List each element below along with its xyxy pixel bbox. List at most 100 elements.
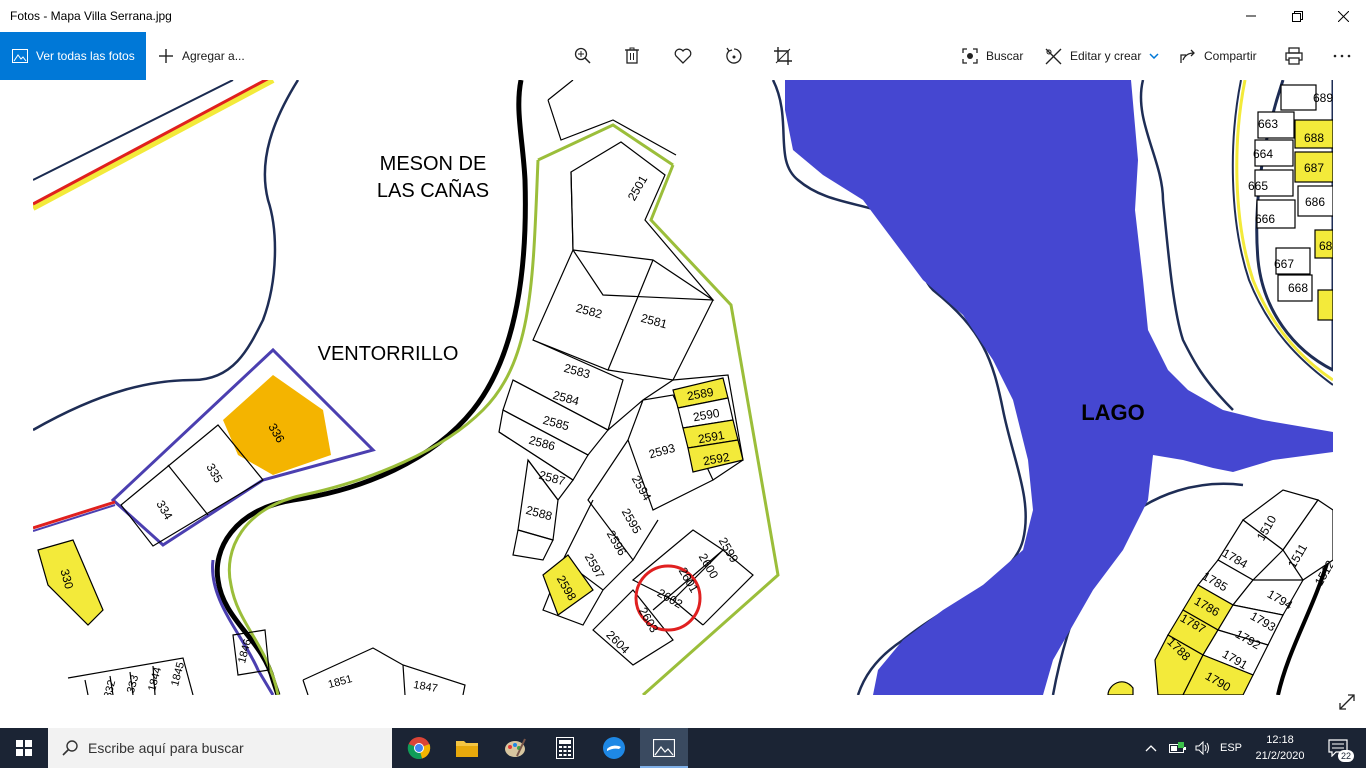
close-button[interactable] [1320,0,1366,32]
mail-app[interactable] [590,728,638,768]
battery-charging-icon [1169,742,1186,753]
svg-text:2595: 2595 [619,506,645,536]
lake-label: LAGO [1081,400,1145,425]
svg-text:688: 688 [1304,131,1324,145]
meson-label-line1: MESON DE [380,153,487,175]
svg-text:1846: 1846 [236,638,254,665]
start-button[interactable] [0,728,48,768]
svg-text:1845: 1845 [169,661,187,688]
battery-indicator[interactable] [1166,728,1190,768]
chevron-up-icon [1145,745,1157,752]
mail-icon [603,737,625,759]
photos-app[interactable] [640,728,688,768]
search-placeholder: Escribe aquí para buscar [88,740,244,756]
svg-text:2596: 2596 [604,528,630,558]
more-options-button[interactable] [1330,44,1354,68]
chrome-icon [407,737,431,759]
notification-count: 22 [1337,750,1354,762]
more-icon [1333,54,1351,58]
crop-button[interactable] [771,44,795,68]
crop-icon [774,47,792,65]
print-button[interactable] [1282,44,1306,68]
svg-text:666: 666 [1255,212,1275,226]
full-screen-button[interactable] [1338,693,1356,716]
edit-create-button[interactable]: Editar y crear [1045,32,1159,80]
clock-date: 21/2/2020 [1255,750,1305,762]
title-bar: Fotos - Mapa Villa Serrana.jpg [0,0,1366,32]
svg-text:333: 333 [125,674,141,695]
photos-toolbar: Ver todas las fotos Agregar a... Buscar … [0,32,1366,80]
zoom-button[interactable] [571,44,595,68]
meson-label-line2: LAS CAÑAS [377,178,489,202]
zoom-in-icon [574,47,591,64]
svg-text:2582: 2582 [574,301,604,322]
search-button[interactable]: Buscar [962,32,1023,80]
svg-text:2594: 2594 [629,473,655,503]
svg-text:2588: 2588 [524,503,554,524]
minimize-button[interactable] [1228,0,1274,32]
taskbar: Escribe aquí para buscar ESP 12:18 21/2/… [0,728,1366,768]
svg-text:2587: 2587 [537,468,567,489]
svg-text:2601: 2601 [676,565,702,595]
svg-text:687: 687 [1304,161,1324,175]
printer-icon [1285,47,1303,65]
calculator-icon [556,737,574,759]
heart-icon [674,48,692,64]
svg-text:2593: 2593 [647,441,677,462]
svg-text:2581: 2581 [639,311,669,332]
share-label: Compartir [1204,49,1257,63]
add-to-label: Agregar a... [182,49,245,63]
svg-text:1847: 1847 [412,679,438,695]
minimize-icon [1246,15,1256,17]
map-image[interactable]: LAGO MESON DE LAS CAÑAS VENTORRILLO 2501… [33,80,1333,695]
plus-icon [158,48,174,64]
view-all-photos-button[interactable]: Ver todas las fotos [0,32,146,80]
svg-text:2603: 2603 [636,605,662,635]
close-icon [1337,10,1349,22]
trash-icon [625,47,639,64]
clock[interactable]: 12:18 21/2/2020 [1250,732,1310,764]
restore-button[interactable] [1274,0,1320,32]
share-button[interactable]: Compartir [1180,32,1257,80]
chrome-app[interactable] [395,728,443,768]
svg-text:332: 332 [102,679,118,695]
svg-text:663: 663 [1258,117,1278,131]
search-label: Buscar [986,49,1024,63]
visual-search-icon [962,48,978,64]
share-icon [1180,48,1196,64]
language-indicator[interactable]: ESP [1216,728,1246,768]
svg-text:334: 334 [153,498,175,523]
svg-text:2599: 2599 [716,535,742,565]
notifications-button[interactable]: 22 [1318,728,1358,768]
favorite-button[interactable] [671,44,695,68]
svg-text:689: 689 [1313,91,1333,105]
delete-button[interactable] [620,44,644,68]
svg-text:2584: 2584 [551,388,581,409]
lot-labels-middle: 2501 2582 2581 2583 2584 2585 2586 2587 … [524,173,741,657]
svg-text:335: 335 [203,461,225,486]
rotate-button[interactable] [722,44,746,68]
window-title: Fotos - Mapa Villa Serrana.jpg [10,9,172,23]
svg-text:668: 668 [1288,281,1308,295]
chevron-down-icon [1149,53,1159,59]
expand-icon [1339,694,1355,710]
rotate-icon [726,47,742,64]
clock-time: 12:18 [1266,734,1294,746]
red-road [33,80,275,211]
taskbar-search[interactable]: Escribe aquí para buscar [48,728,392,768]
lot-block-top-right: 689 688 687 686 663 664 665 666 667 668 … [1231,80,1333,386]
volume-indicator[interactable] [1192,728,1214,768]
svg-text:664: 664 [1253,147,1273,161]
photos-icon [653,739,675,757]
svg-text:2602: 2602 [655,586,685,612]
paint-app[interactable] [491,728,539,768]
add-to-button[interactable]: Agregar a... [158,32,245,80]
svg-text:667: 667 [1274,257,1294,271]
svg-text:1851: 1851 [327,673,354,691]
calculator-app[interactable] [541,728,589,768]
lot-block-bottom-right: 1510 1511 1512 1784 1785 1786 1787 1788 … [1107,489,1333,695]
photo-icon [12,49,28,63]
file-explorer-app[interactable] [443,728,491,768]
ventorrillo-label: VENTORRILLO [318,343,459,365]
show-hidden-icons-button[interactable] [1140,728,1162,768]
